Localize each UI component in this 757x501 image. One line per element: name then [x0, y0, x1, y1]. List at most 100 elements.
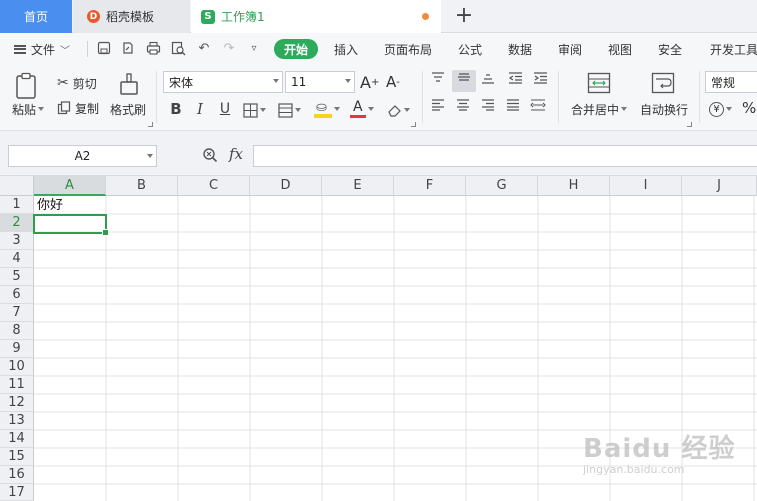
active-cell-a2[interactable]	[33, 214, 109, 236]
row-header-5[interactable]: 5	[0, 268, 34, 286]
wrap-text-icon[interactable]	[651, 72, 675, 94]
menu-security[interactable]: 安全	[658, 33, 682, 65]
justify-icon[interactable]	[503, 98, 523, 118]
row-header-17[interactable]: 17	[0, 484, 34, 501]
export-icon[interactable]	[120, 41, 136, 57]
tab-workbook[interactable]: S 工作簿1	[191, 0, 441, 33]
undo-icon[interactable]: ↶	[196, 41, 212, 57]
tab-template[interactable]: D 稻壳模板	[73, 0, 190, 33]
row-header-7[interactable]: 7	[0, 304, 34, 322]
percent-button[interactable]: %	[742, 99, 756, 117]
row-header-4[interactable]: 4	[0, 250, 34, 268]
row-header-14[interactable]: 14	[0, 430, 34, 448]
menu-view[interactable]: 视图	[608, 33, 632, 65]
cell-a1[interactable]: 你好	[37, 197, 63, 215]
column-header-h[interactable]: H	[538, 176, 610, 196]
borders-button[interactable]	[243, 101, 266, 119]
name-box[interactable]: A2	[8, 145, 157, 167]
format-painter-button[interactable]: 格式刷	[110, 101, 146, 117]
row-header-1[interactable]: 1	[0, 196, 34, 214]
tab-home-label: 首页	[23, 10, 48, 24]
font-color-button[interactable]: A	[350, 99, 374, 119]
font-size-select[interactable]: 11	[285, 71, 355, 93]
print-preview-icon[interactable]	[170, 41, 186, 57]
row-header-11[interactable]: 11	[0, 376, 34, 394]
redo-icon[interactable]: ↷	[221, 41, 237, 57]
align-bottom-icon[interactable]	[478, 71, 498, 91]
menu-row: 文件 ﹀ ↶ ↷ ▿ 开始 插入 页面布局 公式 数据 审阅 视图 安全 开发工…	[0, 33, 757, 65]
divider	[699, 71, 700, 123]
menu-formulas[interactable]: 公式	[458, 33, 482, 65]
cell-style-button[interactable]	[278, 101, 301, 119]
menu-page-layout[interactable]: 页面布局	[384, 33, 432, 65]
merge-center-button[interactable]: 合并居中	[571, 101, 628, 117]
number-format-select[interactable]: 常规	[705, 71, 757, 93]
copy-icon	[57, 101, 71, 115]
clear-button[interactable]	[387, 101, 410, 119]
italic-icon[interactable]: I	[190, 99, 210, 119]
column-header-a[interactable]: A	[34, 176, 106, 196]
currency-button[interactable]: ¥	[709, 100, 732, 118]
row-header-9[interactable]: 9	[0, 340, 34, 358]
spreadsheet-logo-icon: S	[201, 9, 215, 24]
merge-center-icon[interactable]	[587, 72, 611, 94]
select-all-corner[interactable]	[0, 176, 34, 196]
row-header-10[interactable]: 10	[0, 358, 34, 376]
menu-data[interactable]: 数据	[508, 33, 532, 65]
clipboard-launcher-icon[interactable]	[148, 122, 153, 127]
file-menu-button[interactable]: 文件 ﹀	[14, 33, 70, 65]
row-header-8[interactable]: 8	[0, 322, 34, 340]
menu-review[interactable]: 审阅	[558, 33, 582, 65]
column-header-d[interactable]: D	[250, 176, 322, 196]
zoom-search-icon[interactable]	[202, 147, 220, 165]
increase-font-button[interactable]: A +	[360, 71, 379, 93]
save-icon[interactable]	[96, 41, 112, 57]
decrease-font-button[interactable]: A-	[386, 71, 400, 93]
alignment-launcher-icon[interactable]	[687, 122, 692, 127]
align-left-icon[interactable]	[428, 98, 448, 118]
align-right-icon[interactable]	[478, 98, 498, 118]
column-header-b[interactable]: B	[106, 176, 178, 196]
menu-start[interactable]: 开始	[274, 39, 318, 59]
bold-icon[interactable]: B	[166, 99, 186, 119]
row-header-6[interactable]: 6	[0, 286, 34, 304]
paste-icon[interactable]	[15, 71, 43, 101]
column-header-e[interactable]: E	[322, 176, 394, 196]
row-header-15[interactable]: 15	[0, 448, 34, 466]
customize-toolbar-icon[interactable]: ▿	[246, 41, 262, 57]
column-header-g[interactable]: G	[466, 176, 538, 196]
font-name-select[interactable]: 宋体	[163, 71, 283, 93]
underline-icon[interactable]: U	[215, 99, 235, 119]
chevron-down-icon	[404, 108, 410, 112]
align-center-icon[interactable]	[453, 98, 473, 118]
menu-insert[interactable]: 插入	[334, 33, 358, 65]
column-header-j[interactable]: J	[682, 176, 757, 196]
row-header-2[interactable]: 2	[0, 214, 34, 232]
cut-button[interactable]: ✂ 剪切	[57, 74, 97, 92]
decrease-indent-icon[interactable]	[505, 71, 525, 91]
align-middle-icon[interactable]	[452, 70, 476, 92]
row-header-16[interactable]: 16	[0, 466, 34, 484]
column-header-f[interactable]: F	[394, 176, 466, 196]
fill-color-button[interactable]: ⛀	[314, 99, 340, 119]
wrap-text-button[interactable]: 自动换行	[640, 101, 688, 117]
increase-indent-icon[interactable]	[530, 71, 550, 91]
format-painter-icon[interactable]	[118, 71, 140, 99]
row-header-3[interactable]: 3	[0, 232, 34, 250]
tab-home[interactable]: 首页	[0, 0, 72, 33]
copy-button[interactable]: 复制	[57, 99, 99, 117]
row-header-12[interactable]: 12	[0, 394, 34, 412]
column-header-c[interactable]: C	[178, 176, 250, 196]
distributed-align-icon[interactable]	[528, 98, 548, 118]
formula-input[interactable]	[253, 145, 757, 167]
new-tab-button[interactable]: +	[452, 3, 476, 29]
paste-button[interactable]: 粘贴	[12, 101, 45, 117]
ribbon: 粘贴 ✂ 剪切 复制 格式刷 宋体 11 A + A- B I U ⛀ A 合并…	[0, 65, 757, 131]
insert-function-icon[interactable]: fx	[229, 145, 243, 163]
column-header-i[interactable]: I	[610, 176, 682, 196]
menu-developer[interactable]: 开发工具	[710, 33, 757, 65]
print-icon[interactable]	[145, 41, 161, 57]
font-launcher-icon[interactable]	[411, 122, 416, 127]
row-header-13[interactable]: 13	[0, 412, 34, 430]
align-top-icon[interactable]	[428, 71, 448, 91]
